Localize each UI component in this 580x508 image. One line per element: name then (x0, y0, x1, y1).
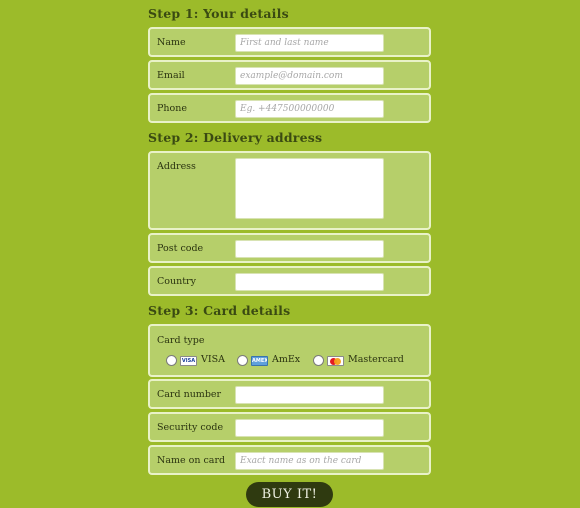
mastercard-label: Mastercard (348, 354, 404, 365)
security-code-input[interactable] (235, 419, 384, 437)
amex-card-icon: AMEX (251, 356, 268, 366)
mastercard-icon (327, 356, 344, 366)
card-number-input[interactable] (235, 386, 384, 404)
name-on-card-row: Name on card (148, 445, 431, 475)
name-on-card-input[interactable] (235, 452, 384, 470)
country-label: Country (157, 276, 196, 287)
visa-radio[interactable] (166, 355, 177, 366)
card-number-label: Card number (157, 389, 222, 400)
email-input[interactable] (235, 67, 384, 85)
postcode-input[interactable] (235, 240, 384, 258)
card-number-row: Card number (148, 379, 431, 409)
address-label: Address (157, 161, 196, 172)
mastercard-radio[interactable] (313, 355, 324, 366)
security-code-label: Security code (157, 422, 224, 433)
security-code-row: Security code (148, 412, 431, 442)
name-on-card-label: Name on card (157, 455, 226, 466)
amex-radio[interactable] (237, 355, 248, 366)
step-1-title: Step 1: Your details (148, 6, 289, 21)
address-textarea[interactable] (235, 158, 384, 219)
address-row: Address (148, 151, 431, 230)
email-row: Email (148, 60, 431, 90)
postcode-label: Post code (157, 243, 204, 254)
card-type-row: Card type VISA VISA AMEX AmEx Mastercard (148, 324, 431, 377)
step-3-title: Step 3: Card details (148, 303, 291, 318)
buy-it-button[interactable]: BUY IT! (246, 482, 333, 507)
step-2-title: Step 2: Delivery address (148, 130, 323, 145)
country-row: Country (148, 266, 431, 296)
phone-row: Phone (148, 93, 431, 123)
email-label: Email (157, 70, 185, 81)
postcode-row: Post code (148, 233, 431, 263)
visa-card-icon: VISA (180, 356, 197, 366)
phone-label: Phone (157, 103, 187, 114)
name-label: Name (157, 37, 186, 48)
card-type-options: VISA VISA AMEX AmEx Mastercard (166, 354, 426, 368)
visa-label: VISA (201, 354, 225, 365)
name-input[interactable] (235, 34, 384, 52)
name-row: Name (148, 27, 431, 57)
phone-input[interactable] (235, 100, 384, 118)
country-input[interactable] (235, 273, 384, 291)
amex-label: AmEx (272, 354, 301, 365)
card-type-label: Card type (157, 335, 205, 346)
